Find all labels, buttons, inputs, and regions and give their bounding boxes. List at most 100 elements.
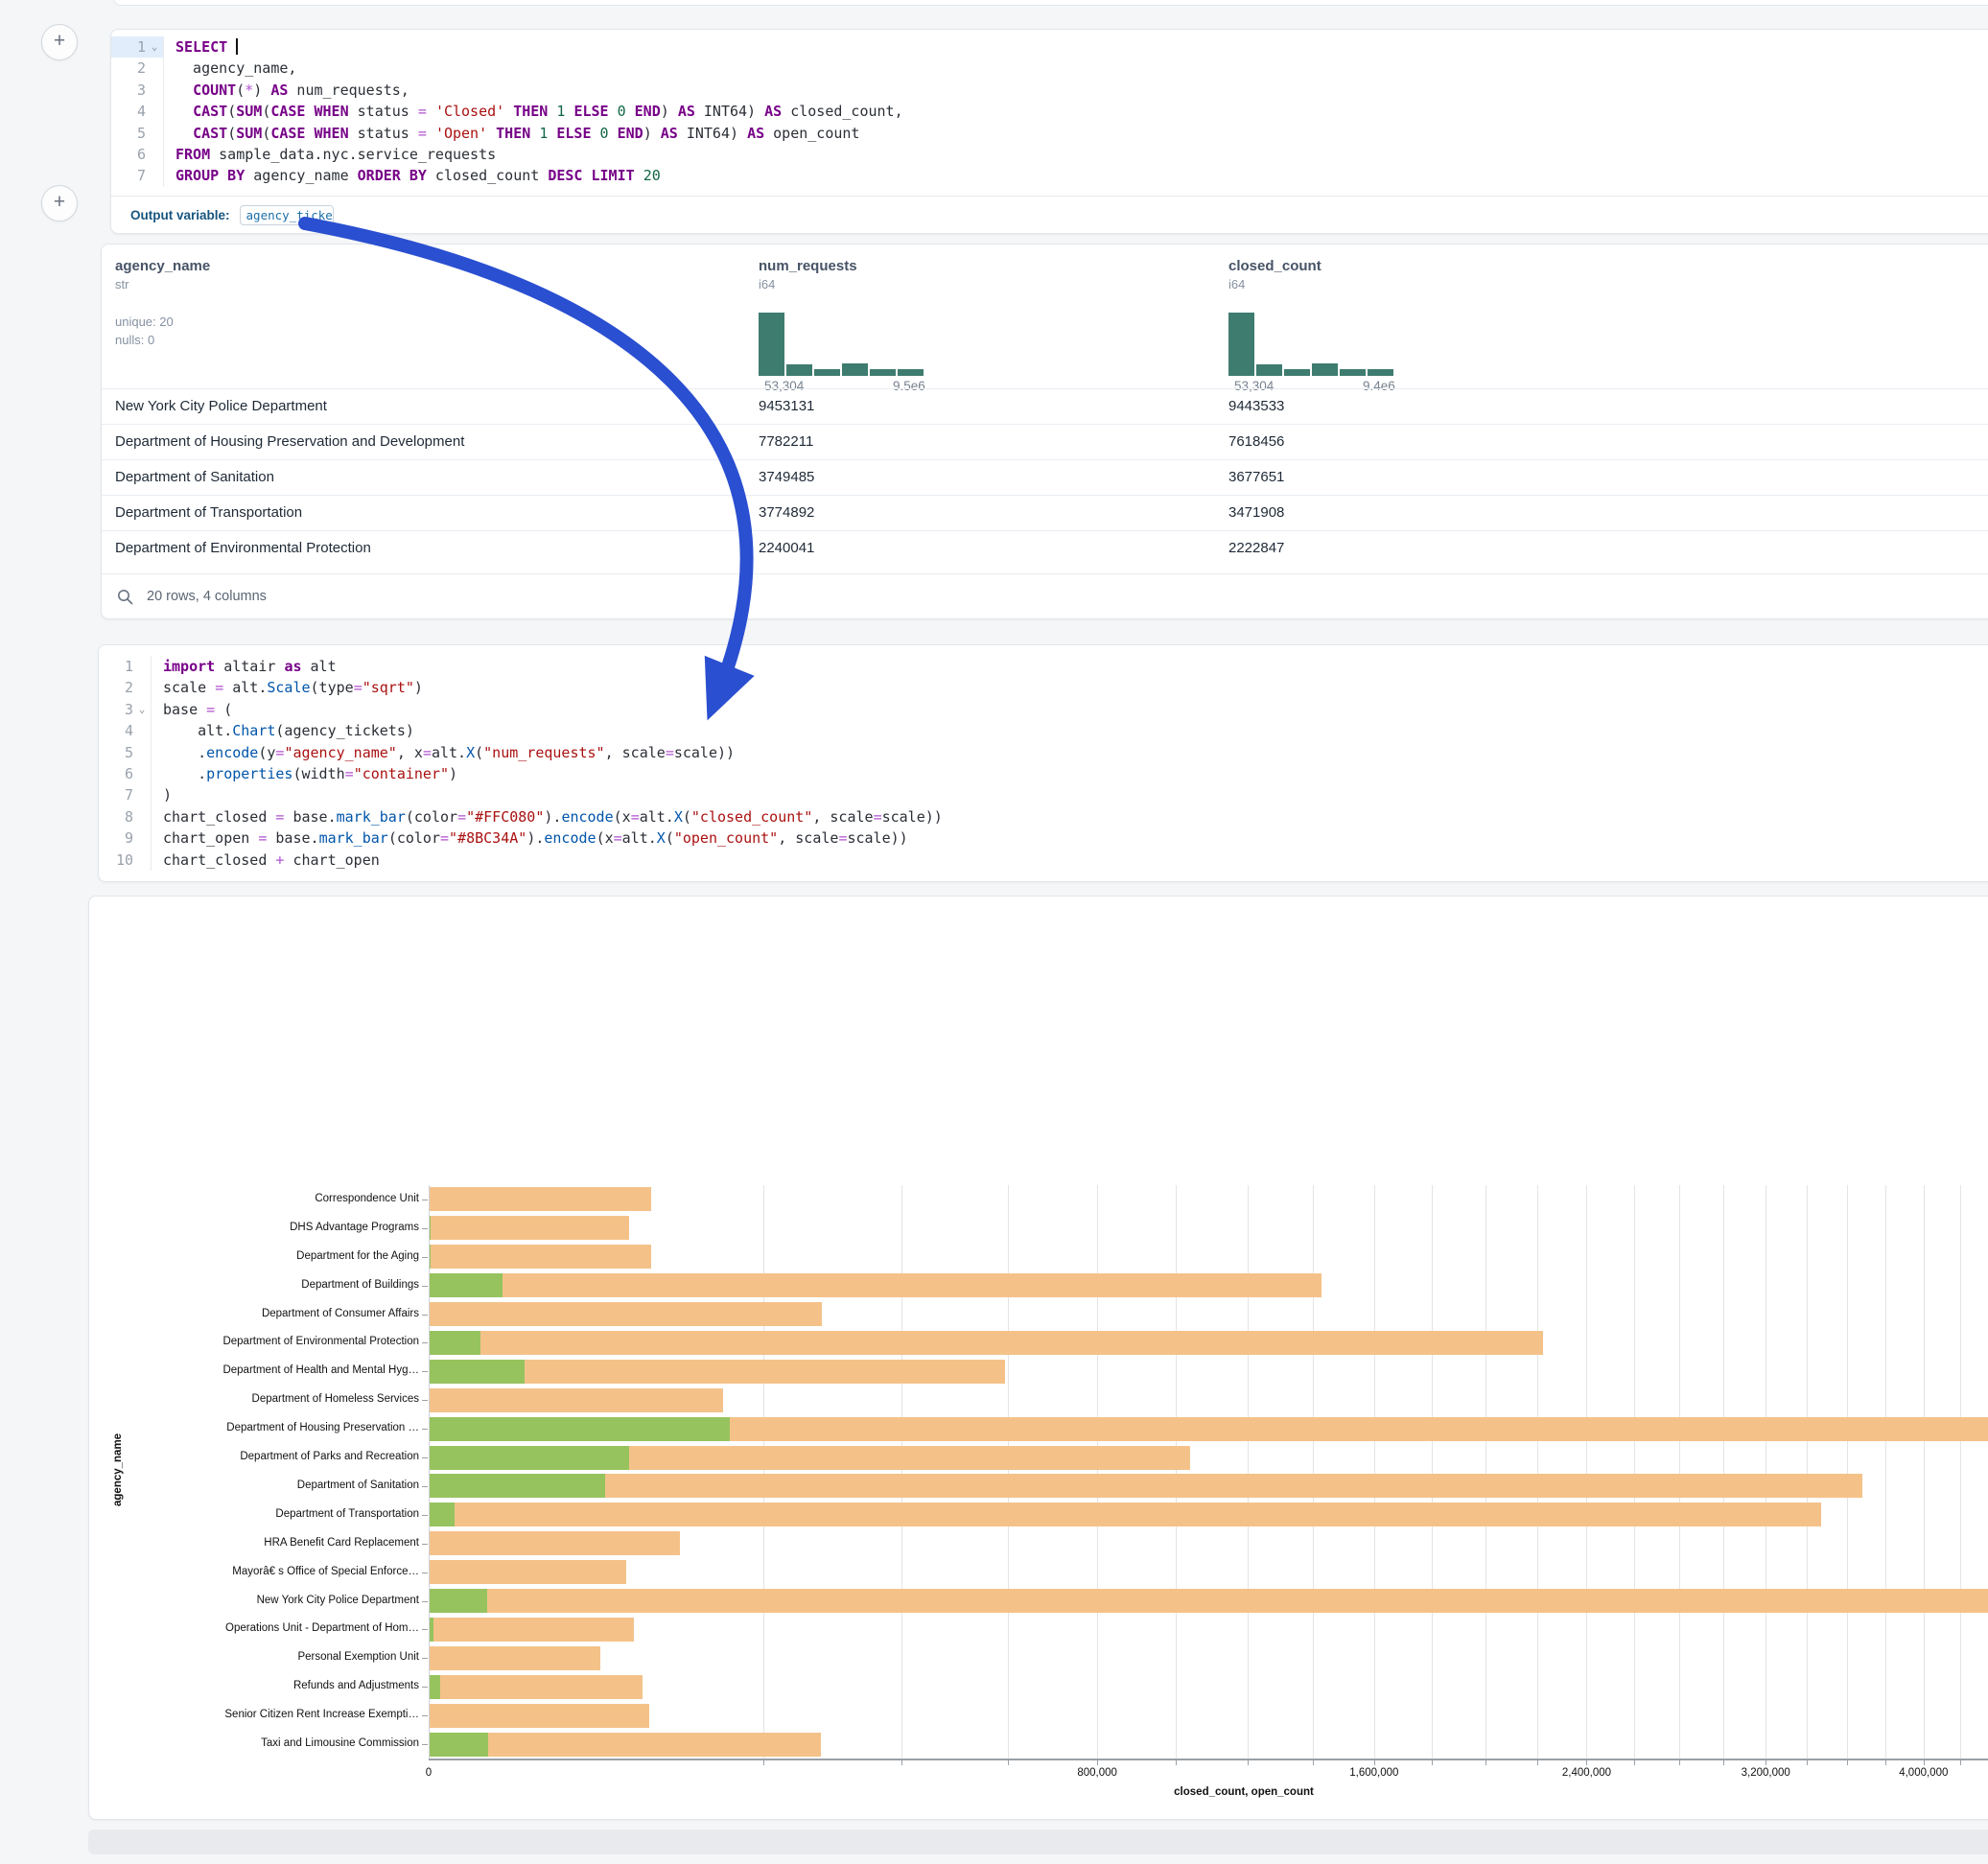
x-axis-tick bbox=[1679, 1760, 1680, 1765]
python-line-3[interactable]: 3⌄base = ( bbox=[99, 699, 1988, 720]
fold-gutter bbox=[133, 850, 151, 871]
code-text: agency_name, bbox=[175, 58, 296, 79]
python-line-9[interactable]: 9chart_open = base.mark_bar(color="#8BC3… bbox=[99, 827, 1988, 849]
sql-line-1[interactable]: 1⌄SELECT bbox=[111, 36, 1988, 58]
python-line-4[interactable]: 4 alt.Chart(agency_tickets) bbox=[99, 720, 1988, 741]
bar-closed-count[interactable] bbox=[429, 1704, 649, 1728]
code-text: FROM sample_data.nyc.service_requests bbox=[175, 144, 496, 165]
sql-line-4[interactable]: 4 CAST(SUM(CASE WHEN status = 'Closed' T… bbox=[111, 101, 1988, 122]
python-line-2[interactable]: 2scale = alt.Scale(type="sqrt") bbox=[99, 677, 1988, 698]
python-line-1[interactable]: 1import altair as alt bbox=[99, 656, 1988, 677]
sql-line-7[interactable]: 7GROUP BY agency_name ORDER BY closed_co… bbox=[111, 165, 1988, 186]
table-row[interactable]: Department of Environmental Protection22… bbox=[102, 530, 1988, 567]
table-row[interactable]: New York City Police Department945313194… bbox=[102, 388, 1988, 425]
code-text: chart_closed + chart_open bbox=[163, 850, 380, 871]
bar-closed-count[interactable] bbox=[429, 1216, 629, 1240]
y-axis-label: Senior Citizen Rent Increase Exempti… bbox=[103, 1709, 419, 1720]
y-axis-tick bbox=[422, 1371, 428, 1372]
y-axis-tick bbox=[422, 1601, 428, 1602]
sql-cell[interactable]: 1⌄SELECT 2 agency_name,3 COUNT(*) AS num… bbox=[110, 29, 1988, 234]
bar-open-count[interactable] bbox=[429, 1733, 488, 1757]
python-cell[interactable]: 1import altair as alt2scale = alt.Scale(… bbox=[98, 644, 1988, 882]
gridline bbox=[1924, 1185, 1925, 1759]
bar-closed-count[interactable] bbox=[429, 1302, 822, 1326]
python-line-10[interactable]: 10 chart_closed + chart_open bbox=[99, 850, 1988, 871]
bar-closed-count[interactable] bbox=[429, 1388, 723, 1412]
sql-line-5[interactable]: 5 CAST(SUM(CASE WHEN status = 'Open' THE… bbox=[111, 123, 1988, 144]
x-axis-tick-label: 4,000,000 bbox=[1899, 1767, 1948, 1779]
add-cell-button-top[interactable]: + bbox=[41, 24, 78, 60]
code-text: SELECT bbox=[175, 36, 238, 58]
add-cell-button-below-sql[interactable]: + bbox=[41, 185, 78, 221]
x-axis-tick bbox=[1723, 1760, 1724, 1765]
bar-open-count[interactable] bbox=[429, 1331, 480, 1355]
bar-open-count[interactable] bbox=[429, 1273, 503, 1297]
bar-closed-count[interactable] bbox=[429, 1245, 651, 1269]
bar-open-count[interactable] bbox=[429, 1675, 440, 1699]
bar-closed-count[interactable] bbox=[429, 1474, 1862, 1498]
table-row[interactable]: Department of Housing Preservation and D… bbox=[102, 424, 1988, 460]
python-line-8[interactable]: 8chart_closed = base.mark_bar(color="#FF… bbox=[99, 806, 1988, 827]
line-number: 4 bbox=[111, 101, 146, 122]
fold-gutter bbox=[133, 827, 151, 849]
gutter-separator bbox=[163, 165, 164, 186]
python-line-5[interactable]: 5 .encode(y="agency_name", x=alt.X("num_… bbox=[99, 742, 1988, 763]
search-icon[interactable] bbox=[117, 589, 133, 605]
python-code-editor[interactable]: 1import altair as alt2scale = alt.Scale(… bbox=[99, 645, 1988, 871]
column-header-agency_name[interactable]: agency_namestrunique: 20nulls: 0 bbox=[115, 258, 432, 349]
gutter-separator bbox=[163, 80, 164, 101]
bar-closed-count[interactable] bbox=[429, 1531, 680, 1555]
table-cell: New York City Police Department bbox=[115, 398, 327, 414]
y-axis-label: Personal Exemption Unit bbox=[103, 1651, 419, 1663]
bar-closed-count[interactable] bbox=[429, 1503, 1821, 1526]
x-axis-tick bbox=[1248, 1760, 1249, 1765]
column-header-closed_count[interactable]: closed_counti6453,3049.4e6 bbox=[1228, 258, 1545, 291]
bar-closed-count[interactable] bbox=[429, 1331, 1543, 1355]
column-stats: unique: 20nulls: 0 bbox=[115, 313, 432, 349]
x-axis-tick bbox=[901, 1760, 902, 1765]
bar-open-count[interactable] bbox=[429, 1503, 455, 1526]
sql-line-3[interactable]: 3 COUNT(*) AS num_requests, bbox=[111, 80, 1988, 101]
bar-closed-count[interactable] bbox=[429, 1675, 643, 1699]
collapsed-cell-strip[interactable] bbox=[88, 1829, 1988, 1854]
output-variable-pill[interactable]: agency_tickets bbox=[240, 205, 334, 225]
fold-chevron-icon[interactable]: ⌄ bbox=[133, 699, 151, 720]
column-header-num_requests[interactable]: num_requestsi6453,3049.5e6 bbox=[759, 258, 1075, 291]
bar-closed-count[interactable] bbox=[429, 1560, 626, 1584]
sql-line-6[interactable]: 6FROM sample_data.nyc.service_requests bbox=[111, 144, 1988, 165]
x-axis-tick bbox=[763, 1760, 764, 1765]
bar-open-count[interactable] bbox=[429, 1360, 525, 1384]
bar-open-count[interactable] bbox=[429, 1474, 605, 1498]
line-number: 5 bbox=[111, 123, 146, 144]
y-axis-label: DHS Advantage Programs bbox=[103, 1222, 419, 1233]
bar-open-count[interactable] bbox=[429, 1446, 629, 1470]
notebook-page: + + 1⌄SELECT 2 agency_name,3 COUNT(*) AS… bbox=[0, 0, 1988, 1864]
bar-closed-count[interactable] bbox=[429, 1646, 600, 1670]
bar-open-count[interactable] bbox=[429, 1417, 730, 1441]
bar-closed-count[interactable] bbox=[429, 1187, 651, 1211]
bar-closed-count[interactable] bbox=[429, 1618, 634, 1642]
bar-closed-count[interactable] bbox=[429, 1273, 1321, 1297]
gridline bbox=[1313, 1185, 1314, 1759]
sql-line-2[interactable]: 2 agency_name, bbox=[111, 58, 1988, 79]
bar-open-count[interactable] bbox=[429, 1589, 487, 1613]
gutter-separator bbox=[151, 677, 152, 698]
python-line-6[interactable]: 6 .properties(width="container") bbox=[99, 763, 1988, 784]
gutter-separator bbox=[151, 763, 152, 784]
y-axis-label: New York City Police Department bbox=[103, 1595, 419, 1606]
y-axis-tick bbox=[422, 1342, 428, 1343]
gridline bbox=[1634, 1185, 1635, 1759]
fold-chevron-icon[interactable]: ⌄ bbox=[146, 36, 163, 58]
gutter-separator bbox=[163, 36, 164, 58]
line-number: 7 bbox=[111, 165, 146, 186]
python-line-7[interactable]: 7) bbox=[99, 784, 1988, 805]
line-number: 10 bbox=[99, 850, 133, 871]
bar-closed-count[interactable] bbox=[429, 1589, 1988, 1613]
gutter-separator bbox=[151, 806, 152, 827]
sql-code-editor[interactable]: 1⌄SELECT 2 agency_name,3 COUNT(*) AS num… bbox=[111, 30, 1988, 187]
table-cell: 2222847 bbox=[1228, 540, 1284, 556]
table-row[interactable]: Department of Transportation377489234719… bbox=[102, 495, 1988, 531]
y-axis-tick bbox=[422, 1257, 428, 1258]
table-row[interactable]: Department of Sanitation37494853677651 bbox=[102, 459, 1988, 496]
code-text: .properties(width="container") bbox=[163, 763, 457, 784]
